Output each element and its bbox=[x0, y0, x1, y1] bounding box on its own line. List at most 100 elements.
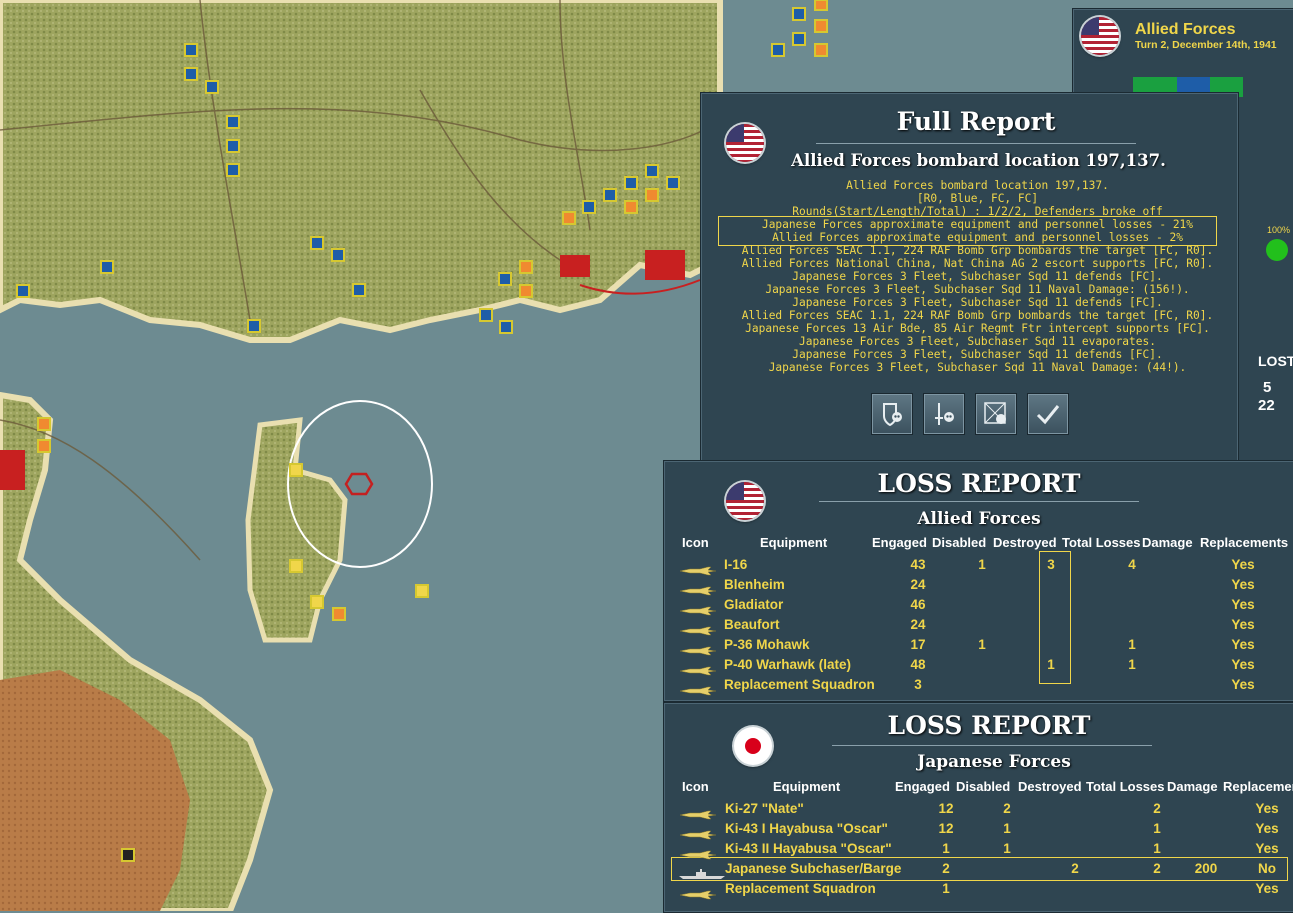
us-flag-icon bbox=[1081, 17, 1119, 55]
aircraft-icon bbox=[678, 561, 718, 576]
row-equipment: Japanese Subchaser/Barge bbox=[725, 861, 902, 876]
row-engaged: 48 bbox=[910, 657, 926, 672]
row-total: 1 bbox=[1128, 657, 1136, 672]
aircraft-icon bbox=[678, 581, 718, 596]
row-replacements: Yes bbox=[1231, 557, 1255, 572]
row-total: 2 bbox=[1153, 861, 1161, 876]
lost-header: LOST bbox=[1258, 353, 1293, 369]
log-line: Japanese Forces 3 Fleet, Subchaser Sqd 1… bbox=[765, 283, 1190, 296]
log-line: [R0, Blue, FC, FC] bbox=[916, 192, 1039, 205]
log-line: Allied Forces SEAC 1.1, 224 RAF Bomb Grp… bbox=[741, 309, 1214, 322]
aircraft-icon bbox=[678, 641, 718, 656]
japan-flag-icon bbox=[734, 727, 772, 765]
row-replacements: Yes bbox=[1231, 617, 1255, 632]
aircraft-icon bbox=[678, 621, 718, 636]
log-line: Japanese Forces 3 Fleet, Subchaser Sqd 1… bbox=[799, 335, 1156, 348]
col-header-engaged: Engaged bbox=[872, 535, 927, 550]
aircraft-icon bbox=[678, 885, 718, 900]
full-report-panel: Full Report Allied Forces bombard locati… bbox=[700, 92, 1239, 464]
log-line: Japanese Forces 3 Fleet, Subchaser Sqd 1… bbox=[792, 296, 1163, 309]
row-replacements: Yes bbox=[1231, 597, 1255, 612]
sword-skull-icon bbox=[935, 403, 954, 425]
row-replacements: Yes bbox=[1255, 881, 1279, 896]
aircraft-icon bbox=[678, 681, 718, 696]
log-line: Allied Forces approximate equipment and … bbox=[772, 231, 1183, 244]
row-equipment: P-40 Warhawk (late) bbox=[724, 657, 852, 672]
col-header-replacements: Replacemen bbox=[1223, 779, 1293, 794]
col-header-destroyed: Destroyed bbox=[993, 535, 1057, 550]
log-line: Japanese Forces 13 Air Bde, 85 Air Regmt… bbox=[745, 322, 1210, 335]
row-total: 1 bbox=[1153, 821, 1161, 836]
row-replacements: No bbox=[1258, 861, 1276, 876]
shield-skull-icon bbox=[883, 403, 902, 427]
row-engaged: 24 bbox=[910, 617, 926, 632]
row-engaged: 12 bbox=[938, 801, 954, 816]
row-engaged: 2 bbox=[942, 861, 950, 876]
attacker-losses-button[interactable] bbox=[923, 393, 965, 435]
row-engaged: 46 bbox=[910, 597, 926, 612]
row-engaged: 43 bbox=[910, 557, 926, 572]
readiness-indicator bbox=[1266, 239, 1288, 261]
aircraft-icon bbox=[678, 661, 718, 676]
row-equipment: Replacement Squadron bbox=[725, 881, 876, 896]
row-engaged: 24 bbox=[910, 577, 926, 592]
us-flag-icon bbox=[726, 482, 764, 520]
title-divider bbox=[832, 745, 1152, 746]
row-replacements: Yes bbox=[1255, 821, 1279, 836]
col-header-total-losses: Total Losses bbox=[1086, 779, 1165, 794]
col-header-disabled: Disabled bbox=[932, 535, 987, 550]
checkmark-icon bbox=[1036, 405, 1060, 425]
row-replacements: Yes bbox=[1231, 577, 1255, 592]
row-equipment: Ki-27 "Nate" bbox=[725, 801, 804, 816]
row-disabled: 1 bbox=[978, 637, 986, 652]
loss-report-side: Allied Forces bbox=[917, 509, 1041, 529]
row-replacements: Yes bbox=[1231, 637, 1255, 652]
lost-value-1: 5 bbox=[1263, 379, 1272, 396]
location-losses-button[interactable] bbox=[975, 393, 1017, 435]
row-damage: 200 bbox=[1194, 861, 1218, 876]
log-line: Japanese Forces approximate equipment an… bbox=[761, 218, 1194, 231]
aircraft-icon bbox=[678, 845, 718, 860]
row-engaged: 1 bbox=[942, 841, 950, 856]
row-equipment: Blenheim bbox=[724, 577, 785, 592]
lost-value-2: 22 bbox=[1258, 397, 1275, 414]
title-divider bbox=[816, 143, 1136, 144]
log-line: Japanese Forces 3 Fleet, Subchaser Sqd 1… bbox=[768, 361, 1187, 374]
side-name: Allied Forces bbox=[1135, 21, 1236, 38]
row-total: 1 bbox=[1153, 841, 1161, 856]
row-engaged: 12 bbox=[938, 821, 954, 836]
row-replacements: Yes bbox=[1255, 801, 1279, 816]
aircraft-icon bbox=[678, 825, 718, 840]
col-header-damage: Damage bbox=[1142, 535, 1193, 550]
row-disabled: 1 bbox=[978, 557, 986, 572]
combat-log: Allied Forces bombard location 197,137. … bbox=[701, 179, 1254, 379]
row-destroyed: 1 bbox=[1047, 657, 1055, 672]
row-destroyed: 3 bbox=[1047, 557, 1055, 572]
col-header-icon: Icon bbox=[682, 535, 709, 550]
japanese-loss-report-panel: LOSS REPORT Japanese Forces Icon Equipme… bbox=[663, 702, 1293, 913]
row-equipment: Gladiator bbox=[724, 597, 784, 612]
row-equipment: P-36 Mohawk bbox=[724, 637, 810, 652]
col-header-destroyed: Destroyed bbox=[1018, 779, 1082, 794]
row-disabled: 1 bbox=[1003, 841, 1011, 856]
aircraft-icon bbox=[678, 805, 718, 820]
row-equipment: Ki-43 I Hayabusa "Oscar" bbox=[725, 821, 888, 836]
col-header-icon: Icon bbox=[682, 779, 709, 794]
defender-losses-button[interactable] bbox=[871, 393, 913, 435]
turn-date: Turn 2, December 14th, 1941 bbox=[1135, 39, 1277, 51]
row-equipment: Replacement Squadron bbox=[724, 677, 875, 692]
aircraft-icon bbox=[678, 601, 718, 616]
col-header-equipment: Equipment bbox=[773, 779, 841, 794]
col-header-replacements: Replacements bbox=[1200, 535, 1289, 550]
confirm-button[interactable] bbox=[1027, 393, 1069, 435]
row-engaged: 1 bbox=[942, 881, 950, 896]
log-line: Allied Forces bombard location 197,137. bbox=[846, 179, 1109, 192]
col-header-disabled: Disabled bbox=[956, 779, 1011, 794]
readiness-label: 100% bbox=[1267, 225, 1291, 235]
row-destroyed: 2 bbox=[1071, 861, 1079, 876]
row-engaged: 3 bbox=[914, 677, 922, 692]
log-line: Allied Forces SEAC 1.1, 224 RAF Bomb Grp… bbox=[741, 244, 1214, 257]
log-line: Japanese Forces 3 Fleet, Subchaser Sqd 1… bbox=[792, 348, 1163, 361]
row-replacements: Yes bbox=[1231, 657, 1255, 672]
row-total: 2 bbox=[1153, 801, 1161, 816]
